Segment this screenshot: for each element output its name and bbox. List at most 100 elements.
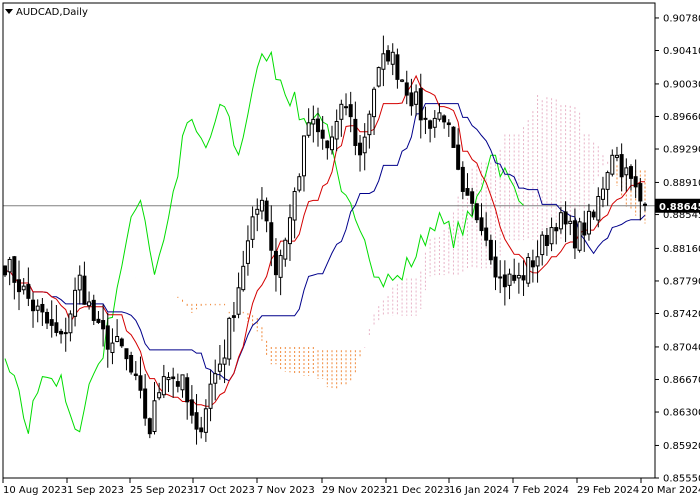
candle <box>21 278 26 295</box>
y-tick-label: 0.87790 <box>663 276 700 287</box>
price-chart[interactable]: 0.90780 0.90410 0.90030 0.89660 0.89290 0.889… <box>0 0 700 500</box>
candle <box>171 367 176 398</box>
candle <box>633 159 638 199</box>
candlesticks <box>3 35 647 445</box>
candle <box>549 217 554 252</box>
kijun-sen-line <box>4 103 646 382</box>
candle <box>586 203 591 241</box>
plot-area-border <box>2 2 656 479</box>
candle <box>264 197 269 233</box>
candle <box>400 78 405 83</box>
time-axis[interactable]: 10 Aug 2023 1 Sep 2023 25 Sep 2023 17 Oct 2… <box>2 478 700 496</box>
candle <box>563 201 568 243</box>
y-tick-label: 0.86670 <box>663 375 700 386</box>
candle <box>12 255 17 300</box>
candle <box>376 66 381 88</box>
candle <box>446 119 451 137</box>
candle <box>582 210 587 252</box>
candle <box>231 301 236 332</box>
candle <box>7 256 12 286</box>
candle <box>437 103 442 122</box>
candle <box>213 359 218 401</box>
candle <box>222 339 227 384</box>
candle <box>241 250 246 292</box>
candle <box>278 249 283 296</box>
symbol-header[interactable]: AUDCAD,Daily <box>5 7 88 18</box>
candle <box>133 361 138 381</box>
candle <box>521 260 526 296</box>
candle <box>245 225 250 276</box>
y-tick-label: 0.90030 <box>663 79 700 90</box>
candle <box>59 328 64 344</box>
candle <box>442 114 447 129</box>
chart-window[interactable]: 0.90780 0.90410 0.90030 0.89660 0.89290 0.889… <box>0 0 700 500</box>
candle <box>119 337 124 348</box>
price-tag-value: 0.88645 <box>659 202 700 213</box>
candle <box>498 260 503 294</box>
candle <box>259 187 264 220</box>
tenkan-sen-line <box>4 74 645 407</box>
candle <box>115 319 120 343</box>
candle <box>610 149 615 177</box>
candle <box>255 198 260 232</box>
candle <box>292 187 297 239</box>
candle <box>320 115 325 150</box>
candle <box>540 231 545 266</box>
triangle-down-icon[interactable] <box>5 9 13 14</box>
candle <box>194 394 199 445</box>
y-tick-label: 0.87420 <box>663 309 700 320</box>
x-tick-label: 29 Nov 2023 <box>322 485 386 496</box>
candle <box>432 110 437 138</box>
candle <box>82 261 87 305</box>
y-tick-label: 0.89290 <box>663 145 700 156</box>
x-tick-label: 25 Sep 2023 <box>130 485 193 496</box>
candle <box>301 135 306 192</box>
x-tick-label: 17 Oct 2023 <box>193 485 255 496</box>
candle <box>31 292 36 328</box>
candle <box>45 308 50 330</box>
candle <box>161 364 166 399</box>
candle <box>395 48 400 89</box>
price-axis[interactable]: 0.90780 0.90410 0.90030 0.89660 0.89290 0.889… <box>655 13 700 485</box>
candle <box>493 240 498 291</box>
y-tick-label: 0.88910 <box>663 178 700 189</box>
candle <box>484 212 489 247</box>
candle <box>572 208 577 259</box>
candle <box>386 45 391 65</box>
candle <box>297 173 302 193</box>
candle <box>624 158 629 192</box>
x-tick-label: 7 Nov 2023 <box>257 485 315 496</box>
candle <box>189 385 194 424</box>
candle <box>283 237 288 267</box>
candle <box>535 240 540 283</box>
candle <box>428 119 433 143</box>
symbol-timeframe-label: AUDCAD,Daily <box>16 7 88 18</box>
candle <box>568 215 573 236</box>
candle <box>54 304 59 337</box>
candle <box>362 123 367 171</box>
candle <box>143 374 148 426</box>
candle <box>516 262 521 294</box>
x-tick-label: 29 Feb 2024 <box>577 485 639 496</box>
candle <box>600 176 605 208</box>
candle <box>530 249 535 283</box>
candle <box>334 109 339 152</box>
candle <box>591 209 596 220</box>
candle <box>488 234 493 265</box>
candle <box>105 312 110 368</box>
candle <box>269 205 274 267</box>
x-tick-label: 7 Feb 2024 <box>513 485 569 496</box>
candle <box>344 93 349 116</box>
y-tick-label: 0.86300 <box>663 408 700 419</box>
candle <box>423 106 428 135</box>
current-price-tag: 0.88645 <box>655 198 700 213</box>
candle <box>353 101 358 156</box>
y-tick-label: 0.90410 <box>663 46 700 57</box>
x-tick-label: 20 Mar 2024 <box>641 485 700 496</box>
candle <box>390 43 395 76</box>
candle <box>358 134 363 172</box>
candle <box>605 170 610 206</box>
candle <box>465 173 470 196</box>
candle <box>544 227 549 256</box>
candle <box>40 297 45 326</box>
